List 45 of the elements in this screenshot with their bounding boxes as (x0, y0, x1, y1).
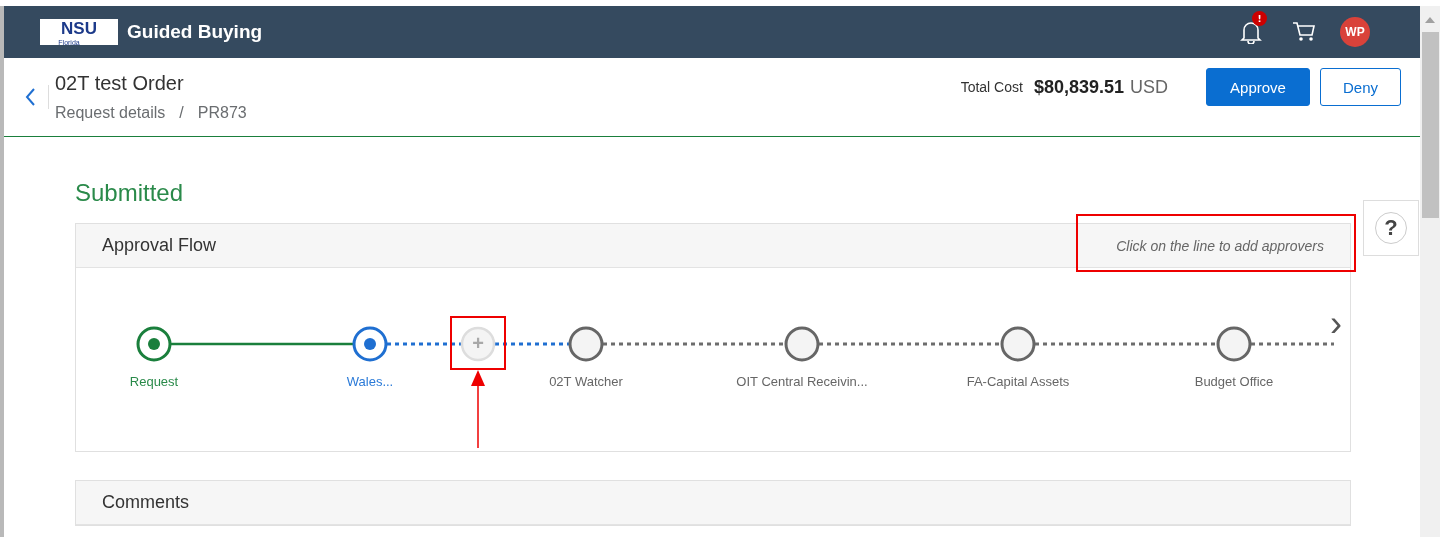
user-avatar[interactable]: WP (1340, 17, 1370, 47)
current-step-node[interactable] (352, 326, 388, 362)
flow-line[interactable] (1035, 342, 1217, 346)
notification-badge: ! (1252, 11, 1267, 26)
next-arrow[interactable]: › (1330, 304, 1342, 344)
step-label: Request (128, 374, 180, 389)
add-approver-node[interactable] (460, 326, 496, 362)
annotation-box (450, 316, 506, 370)
approve-button[interactable]: Approve (1206, 68, 1310, 106)
flow-line[interactable] (171, 342, 353, 346)
flow-line[interactable] (387, 342, 461, 346)
app-title: Guided Buying (127, 21, 263, 43)
flow-line[interactable] (1251, 342, 1334, 346)
flow-line[interactable] (819, 342, 1001, 346)
pending-step-node[interactable] (568, 326, 604, 362)
breadcrumb-link[interactable]: Request details (55, 104, 166, 122)
status-heading: Submitted (75, 179, 185, 207)
scroll-thumb[interactable] (1421, 32, 1439, 218)
currency: USD (1130, 76, 1168, 98)
step-label: 02T Watcher (548, 374, 624, 389)
total-cost-label: Total Cost (960, 79, 1023, 95)
pending-step-node[interactable] (1216, 326, 1252, 362)
card-title: Approval Flow (102, 235, 217, 256)
bell-icon[interactable] (1240, 20, 1262, 44)
card-title: Comments (102, 492, 190, 513)
chevron-left-icon (24, 87, 36, 107)
cart-icon[interactable] (1292, 21, 1316, 43)
total-cost-amount: $80,839.51 (1033, 76, 1124, 98)
step-label: FA-Capital Assets (965, 374, 1071, 389)
request-title: 02T test Order (55, 72, 185, 95)
pending-step-node[interactable] (784, 326, 820, 362)
breadcrumb-item: PR873 (197, 104, 247, 122)
help-button[interactable]: ? (1363, 200, 1419, 256)
deny-button[interactable]: Deny (1320, 68, 1401, 106)
scrollbar[interactable] (1420, 6, 1440, 537)
hint-text: Click on the line to add approvers (1116, 237, 1324, 254)
flow-line[interactable] (495, 342, 569, 346)
flow-line[interactable] (603, 342, 785, 346)
step-label: Budget Office (1193, 374, 1275, 389)
completed-step-node[interactable] (136, 326, 172, 362)
step-label: Wales... (345, 374, 395, 389)
logo-text: NSU (61, 19, 97, 39)
step-label: OIT Central Receivin... (735, 374, 869, 389)
pending-step-node[interactable] (1000, 326, 1036, 362)
breadcrumb-separator: / (179, 104, 184, 122)
